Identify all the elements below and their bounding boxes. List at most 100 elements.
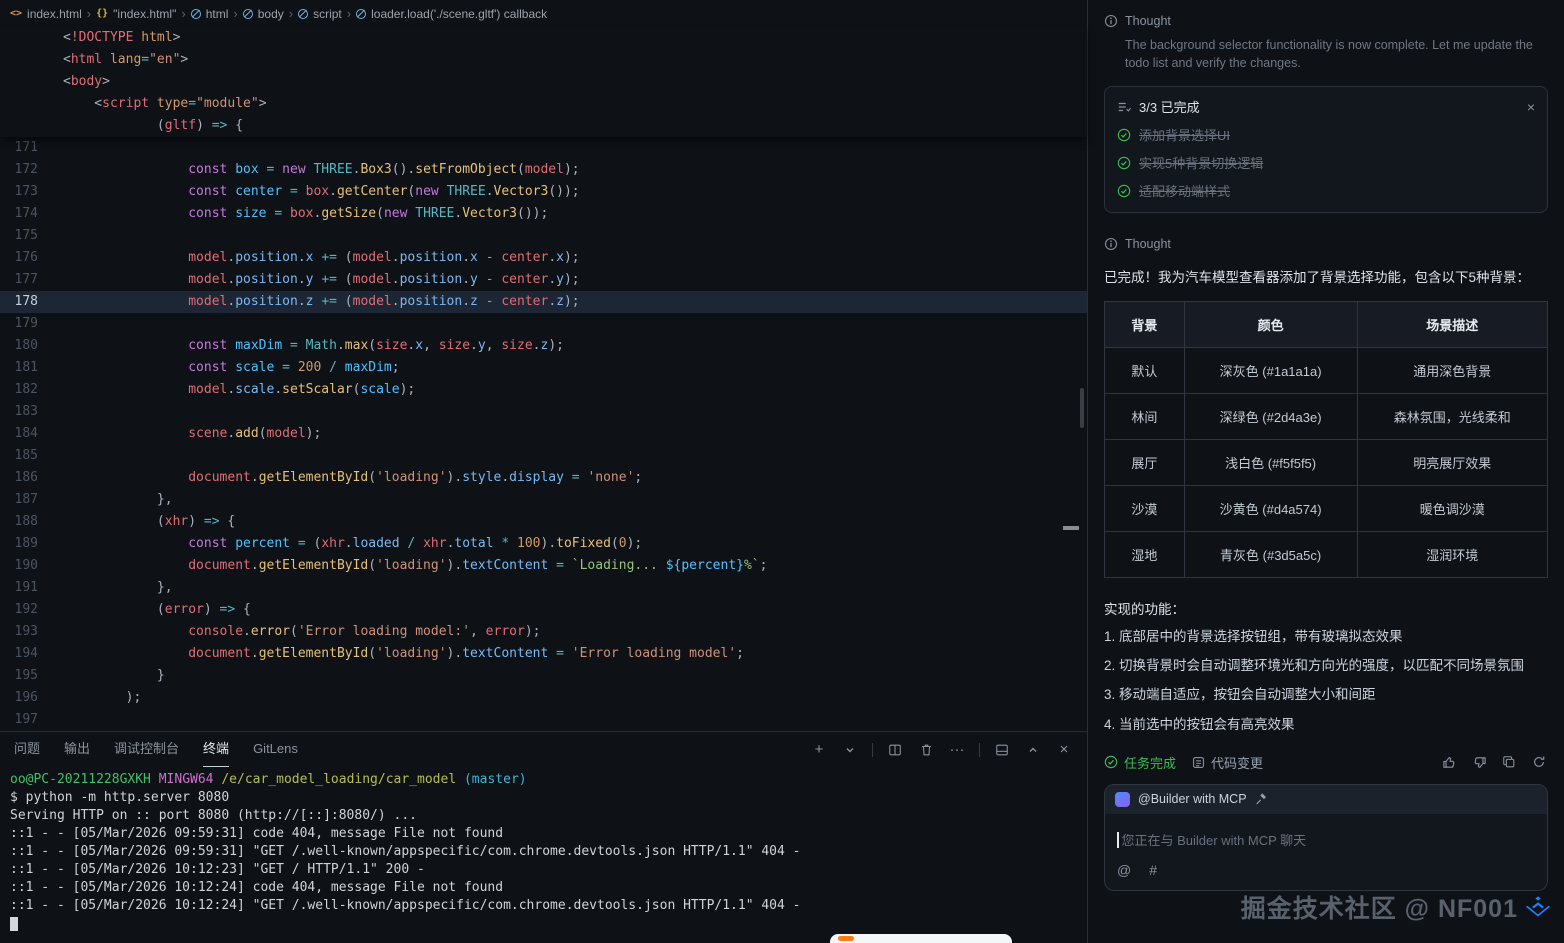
thumbs-up-icon[interactable] — [1440, 753, 1458, 771]
breadcrumb-item[interactable]: body — [243, 7, 284, 21]
line-number: 172 — [0, 159, 38, 181]
sticky-line: (gltf) => { — [0, 115, 1087, 137]
code-line[interactable]: 185 — [0, 445, 1087, 467]
breadcrumb-item[interactable]: loader.load('./scene.gltf') callback — [356, 7, 547, 21]
panel-header: 问题输出调试控制台终端 GitLens + ··· × — [0, 732, 1087, 767]
table-cell: 青灰色 (#3d5a5c) — [1184, 531, 1357, 577]
panel-tab-0[interactable]: 问题 — [14, 732, 40, 767]
line-number: 193 — [0, 621, 38, 643]
code-line[interactable]: 175 — [0, 225, 1087, 247]
diff-icon — [1192, 756, 1205, 769]
editor-scrollbar[interactable] — [1080, 388, 1084, 428]
code-line[interactable]: 183 — [0, 401, 1087, 423]
todo-card: 3/3 已完成 × 添加背景选择UI实现5种背景切换逻辑适配移动端样式 — [1104, 86, 1548, 213]
code-line[interactable]: 194 document.getElementById('loading').t… — [0, 643, 1087, 665]
code-line[interactable]: 176 model.position.x += (model.position.… — [0, 247, 1087, 269]
todo-item: 添加背景选择UI — [1117, 125, 1535, 144]
breadcrumb-separator: › — [181, 6, 185, 21]
line-number: 188 — [0, 511, 38, 533]
code-line[interactable]: 173 const center = box.getCenter(new THR… — [0, 181, 1087, 203]
code-line[interactable]: 196 ); — [0, 687, 1087, 709]
code-line[interactable]: 172 const box = new THREE.Box3().setFrom… — [0, 159, 1087, 181]
thought-header: Thought — [1104, 237, 1548, 251]
minimap-marker — [1063, 526, 1079, 530]
hash-icon[interactable]: # — [1149, 862, 1157, 878]
copy-icon[interactable] — [1500, 753, 1518, 771]
breadcrumb-separator: › — [289, 6, 293, 21]
feature-list: 1. 底部居中的背景选择按钮组，带有玻璃拟态效果2. 切换背景时会自动调整环境光… — [1104, 627, 1548, 735]
mention-icon[interactable]: @ — [1117, 862, 1131, 878]
breadcrumb-item[interactable]: {}"index.html" — [96, 7, 176, 21]
table-cell: 沙黄色 (#d4a574) — [1184, 485, 1357, 531]
code-changes-button[interactable]: 代码变更 — [1192, 753, 1263, 772]
chevron-down-icon[interactable] — [841, 741, 859, 759]
terminal-output[interactable]: oo@PC-20211228GXKH MINGW64 /e/car_model_… — [0, 767, 1087, 943]
refresh-icon[interactable] — [1530, 753, 1548, 771]
panel-tab-4[interactable]: GitLens — [253, 732, 298, 767]
thumbs-down-icon[interactable] — [1470, 753, 1488, 771]
code-line[interactable]: 179 — [0, 313, 1087, 335]
line-number: 173 — [0, 181, 38, 203]
line-number: 194 — [0, 643, 38, 665]
code-line[interactable]: 188 (xhr) => { — [0, 511, 1087, 533]
panel-tab-3[interactable]: 终端 — [203, 732, 229, 767]
code-line[interactable]: 181 const scale = 200 / maxDim; — [0, 357, 1087, 379]
table-row: 沙漠沙黄色 (#d4a574)暖色调沙漠 — [1105, 485, 1548, 531]
chat-input[interactable]: 您正在与 Builder with MCP 聊天 — [1105, 814, 1547, 860]
close-panel-icon[interactable]: × — [1055, 741, 1073, 759]
code-line[interactable]: 171 — [0, 137, 1087, 159]
maximize-panel-icon[interactable] — [1024, 741, 1042, 759]
code-line[interactable]: 177 model.position.y += (model.position.… — [0, 269, 1087, 291]
panel-tab-2[interactable]: 调试控制台 — [114, 732, 179, 767]
tools-icon — [1255, 793, 1268, 806]
code-line[interactable]: 191 }, — [0, 577, 1087, 599]
code-line[interactable]: 174 const size = box.getSize(new THREE.V… — [0, 203, 1087, 225]
code-line[interactable]: 187 }, — [0, 489, 1087, 511]
line-number: 192 — [0, 599, 38, 621]
code-line[interactable]: 193 console.error('Error loading model:'… — [0, 621, 1087, 643]
new-terminal-button[interactable]: + — [810, 741, 828, 759]
html-symbol-icon — [191, 9, 201, 19]
line-number: 185 — [0, 445, 38, 467]
chat-placeholder: 您正在与 Builder with MCP 聊天 — [1122, 830, 1307, 849]
breadcrumb-item[interactable]: html — [191, 7, 229, 21]
panel-layout-icon[interactable] — [993, 741, 1011, 759]
line-number: 174 — [0, 203, 38, 225]
code-line[interactable]: 186 document.getElementById('loading').s… — [0, 467, 1087, 489]
todo-item: 适配移动端样式 — [1117, 181, 1535, 200]
chat-input-card[interactable]: @Builder with MCP 您正在与 Builder with MCP … — [1104, 784, 1548, 891]
line-number: 179 — [0, 313, 38, 335]
table-cell: 深灰色 (#1a1a1a) — [1184, 347, 1357, 393]
context-chip[interactable]: @Builder with MCP — [1105, 785, 1547, 814]
split-terminal-icon[interactable] — [886, 741, 904, 759]
code-line[interactable]: 180 const maxDim = Math.max(size.x, size… — [0, 335, 1087, 357]
code-line[interactable]: 184 scene.add(model); — [0, 423, 1087, 445]
todo-items: 添加背景选择UI实现5种背景切换逻辑适配移动端样式 — [1117, 125, 1535, 200]
text-caret — [1117, 832, 1119, 848]
line-number: 187 — [0, 489, 38, 511]
close-icon[interactable]: × — [1527, 99, 1535, 115]
more-actions-icon[interactable]: ··· — [948, 741, 966, 759]
todo-item-label: 添加背景选择UI — [1139, 125, 1230, 144]
features-title: 实现的功能： — [1104, 598, 1548, 618]
table-row: 湿地青灰色 (#3d5a5c)湿润环境 — [1105, 531, 1548, 577]
kill-terminal-icon[interactable] — [917, 741, 935, 759]
code-line[interactable]: 192 (error) => { — [0, 599, 1087, 621]
code-line[interactable]: 195 } — [0, 665, 1087, 687]
code-line[interactable]: 197 — [0, 709, 1087, 731]
sticky-line: <!DOCTYPE html> — [0, 27, 1087, 49]
code-line[interactable]: 190 document.getElementById('loading').t… — [0, 555, 1087, 577]
panel-tab-1[interactable]: 输出 — [64, 732, 90, 767]
code-lines[interactable]: 171172 const box = new THREE.Box3().setF… — [0, 137, 1087, 731]
breadcrumb-item[interactable]: script — [298, 7, 342, 21]
feedback-icons — [1440, 753, 1548, 771]
terminal-line: ::1 - - [05/Mar/2026 10:12:23] "GET / HT… — [10, 861, 1087, 879]
check-circle-icon — [1117, 184, 1131, 198]
breadcrumb-item[interactable]: <>index.html — [10, 7, 82, 21]
code-line[interactable]: 178 model.position.z += (model.position.… — [0, 291, 1087, 313]
code-line[interactable]: 189 const percent = (xhr.loaded / xhr.to… — [0, 533, 1087, 555]
code-line[interactable]: 182 model.scale.setScalar(scale); — [0, 379, 1087, 401]
table-cell: 默认 — [1105, 347, 1185, 393]
line-number: 184 — [0, 423, 38, 445]
table-header: 颜色 — [1184, 301, 1357, 347]
